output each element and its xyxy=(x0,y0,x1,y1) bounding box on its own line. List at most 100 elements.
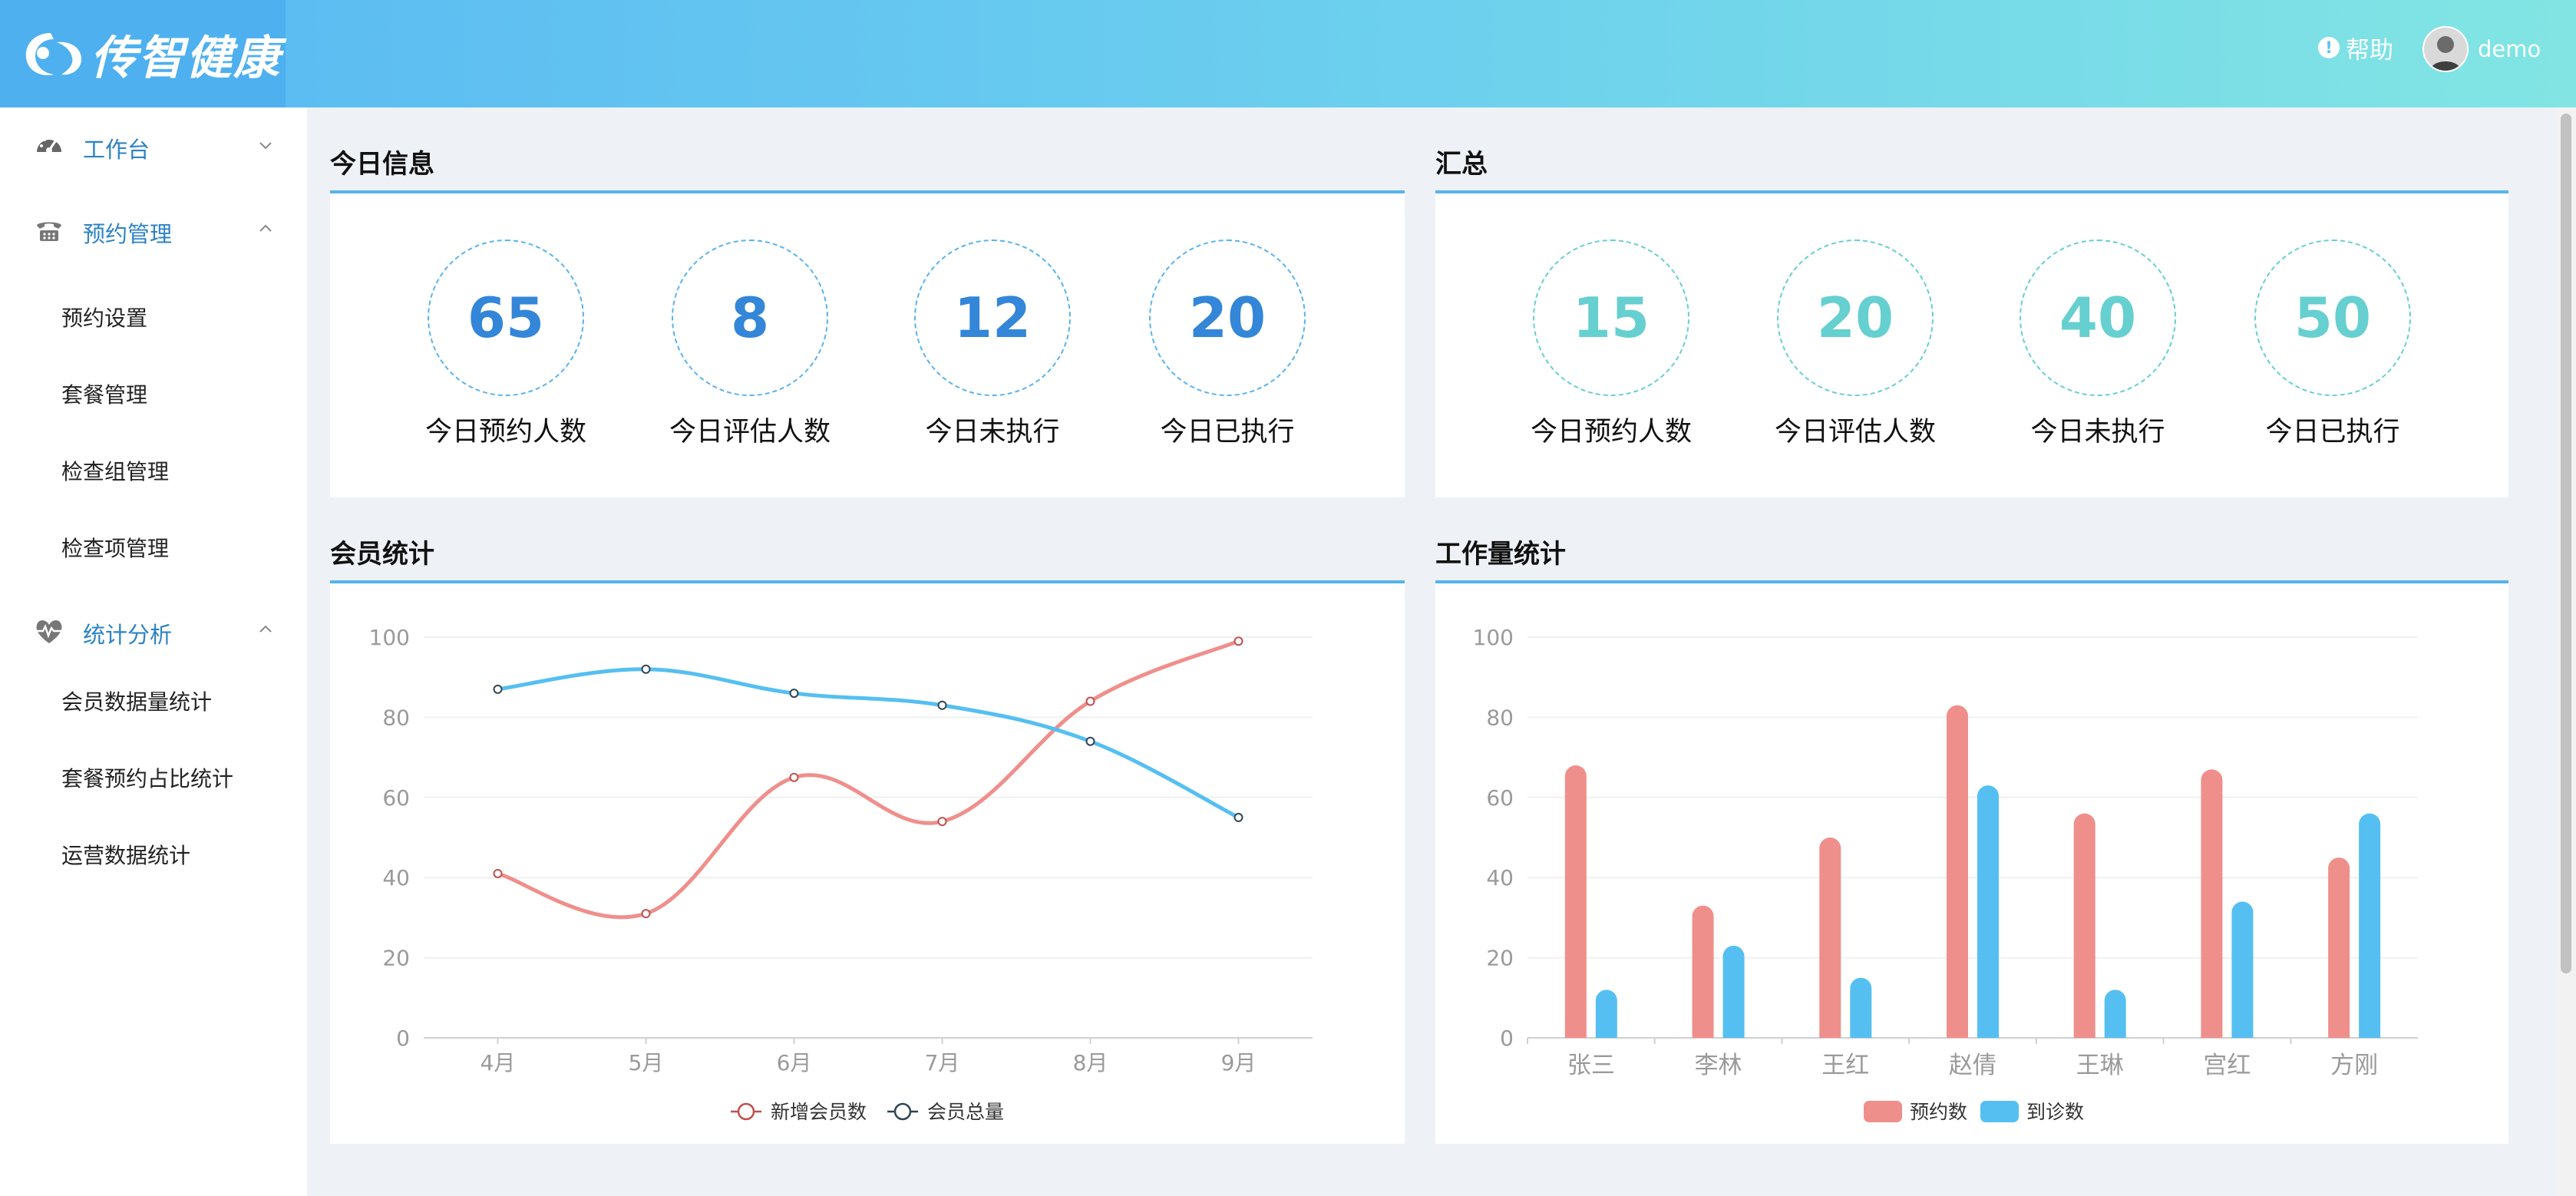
dashboard-icon xyxy=(37,136,61,154)
chevron-down-icon xyxy=(259,142,272,150)
sidebar-item-checkitem-management[interactable]: 检查项管理 xyxy=(0,513,307,582)
x-tick-label: 李林 xyxy=(1695,1052,1742,1079)
help-link[interactable]: ! 帮助 xyxy=(2318,31,2393,64)
avatar xyxy=(2422,26,2469,72)
help-label: 帮助 xyxy=(2346,36,2393,64)
stat-summary-pending: 40 今日未执行 xyxy=(2017,240,2178,449)
stat-value: 20 xyxy=(1149,240,1306,396)
stat-value: 40 xyxy=(2020,240,2176,396)
x-tick-label: 方刚 xyxy=(2330,1052,2378,1079)
legend-swatch xyxy=(1980,1101,2019,1122)
stat-today-pending: 12 今日未执行 xyxy=(912,240,1073,449)
user-name: demo xyxy=(2478,36,2541,62)
sidebar-item-checkgroup-management[interactable]: 检查组管理 xyxy=(0,436,307,505)
bar xyxy=(1564,765,1587,1038)
heartbeat-icon xyxy=(36,620,62,643)
data-point xyxy=(789,689,799,699)
stat-today-done: 20 今日已执行 xyxy=(1147,240,1308,449)
stat-summary-done: 50 今日已执行 xyxy=(2252,240,2413,449)
y-tick-label: 40 xyxy=(382,865,410,890)
workload-chart-panel: 0 20 40 60 80 100 张三 李林 王红 赵倩 王琳 宫红 方刚 预约数 到诊数 xyxy=(1435,583,2508,1144)
x-tick-label: 4月 xyxy=(481,1050,516,1075)
stat-value: 8 xyxy=(672,240,828,396)
y-tick-label: 60 xyxy=(382,785,410,811)
data-point xyxy=(1234,636,1243,646)
data-point xyxy=(937,700,947,710)
data-point xyxy=(641,909,651,919)
y-tick-label: 100 xyxy=(369,625,410,650)
legend-marker xyxy=(737,1102,755,1121)
bar xyxy=(1947,705,1968,1038)
user-menu[interactable]: demo xyxy=(2422,26,2541,72)
member-chart-panel: 0 20 40 60 80 100 4月 5月 6月 7月 8月 9月 新增会员数 会员总量 xyxy=(330,583,1405,1144)
bar xyxy=(1819,838,1841,1038)
x-tick-label: 9月 xyxy=(1221,1050,1257,1075)
stat-label: 今日评估人数 xyxy=(1774,417,1936,448)
y-tick-label: 40 xyxy=(1486,865,1514,890)
y-tick-label: 20 xyxy=(1486,946,1514,971)
bar xyxy=(1977,785,1999,1038)
data-point xyxy=(1085,736,1095,746)
summary-panel: 15 今日预约人数 20 今日评估人数 40 今日未执行 50 今日已执行 xyxy=(1435,193,2508,497)
bar xyxy=(1692,905,1714,1038)
y-tick-label: 80 xyxy=(1486,705,1514,730)
stat-label: 今日未执行 xyxy=(925,417,1060,448)
bar xyxy=(2359,813,2381,1038)
data-point xyxy=(789,772,799,782)
chevron-up-icon xyxy=(259,625,272,633)
stat-value: 50 xyxy=(2254,240,2411,396)
legend-marker xyxy=(893,1102,912,1121)
legend-swatch xyxy=(1864,1101,1902,1122)
stat-today-appointments: 65 今日预约人数 xyxy=(425,240,586,449)
section-title-member: 会员统计 xyxy=(330,539,434,570)
sidebar-item-statistics[interactable]: 统计分析 xyxy=(0,593,307,669)
sidebar-item-operation-data[interactable]: 运营数据统计 xyxy=(0,820,307,889)
y-tick-label: 0 xyxy=(396,1026,410,1051)
x-tick-label: 王红 xyxy=(1821,1052,1869,1079)
stat-label: 今日预约人数 xyxy=(1530,417,1692,448)
sidebar-item-label: 工作台 xyxy=(83,137,150,163)
scrollbar-thumb[interactable] xyxy=(2561,114,2571,973)
workload-bar-chart: 0 20 40 60 80 100 张三 李林 王红 赵倩 王琳 宫红 方刚预约数 到诊数 xyxy=(1473,625,2418,1123)
stat-summary-assessments: 20 今日评估人数 xyxy=(1775,240,1936,449)
stat-value: 20 xyxy=(1777,240,1934,396)
series-line xyxy=(497,639,1240,920)
sidebar-item-appointment-settings[interactable]: 预约设置 xyxy=(0,282,307,352)
bar xyxy=(2104,990,2126,1038)
stat-value: 15 xyxy=(1533,240,1689,396)
y-tick-label: 20 xyxy=(382,946,410,971)
x-tick-label: 6月 xyxy=(777,1050,812,1075)
bar xyxy=(1722,945,1745,1038)
sidebar-item-dashboard[interactable]: 工作台 xyxy=(0,107,307,184)
logo-text: 传智健康 xyxy=(91,31,281,85)
section-title-workload: 工作量统计 xyxy=(1435,539,1566,570)
logo-icon xyxy=(25,33,81,76)
sidebar-item-appointment[interactable]: 预约管理 xyxy=(0,192,307,269)
sidebar-item-member-stats[interactable]: 会员数据量统计 xyxy=(0,666,307,735)
scrollbar[interactable] xyxy=(2556,107,2576,1196)
chevron-up-icon xyxy=(259,224,272,232)
section-title-summary: 汇总 xyxy=(1435,149,1488,180)
data-point xyxy=(1234,812,1243,822)
bar xyxy=(1595,990,1617,1038)
stat-value: 65 xyxy=(428,240,584,396)
series-line xyxy=(497,667,1240,820)
legend-label: 到诊数 xyxy=(2026,1101,2084,1123)
x-tick-label: 5月 xyxy=(629,1050,664,1075)
sidebar-item-package-ratio[interactable]: 套餐预约占比统计 xyxy=(0,743,307,812)
x-tick-label: 8月 xyxy=(1073,1050,1108,1075)
top-header: 传智健康 ! 帮助 demo xyxy=(0,0,2576,107)
stat-value: 12 xyxy=(914,240,1071,396)
bar xyxy=(2201,769,2223,1038)
sidebar: 工作台 预约管理 预约设置 套餐管理 检查组管理 检查项管理 统计分析 会员数据… xyxy=(0,107,307,1196)
sidebar-item-package-management[interactable]: 套餐管理 xyxy=(0,359,307,428)
y-tick-label: 60 xyxy=(1486,785,1514,811)
sidebar-item-label: 预约管理 xyxy=(83,221,173,247)
info-icon: ! xyxy=(2318,37,2340,58)
logo[interactable]: 传智健康 xyxy=(0,0,286,107)
data-point xyxy=(493,868,503,878)
stat-label: 今日已执行 xyxy=(1160,417,1295,448)
y-tick-label: 100 xyxy=(1473,625,1514,650)
x-tick-label: 宫红 xyxy=(2203,1052,2251,1079)
x-tick-label: 赵倩 xyxy=(1949,1052,1996,1079)
